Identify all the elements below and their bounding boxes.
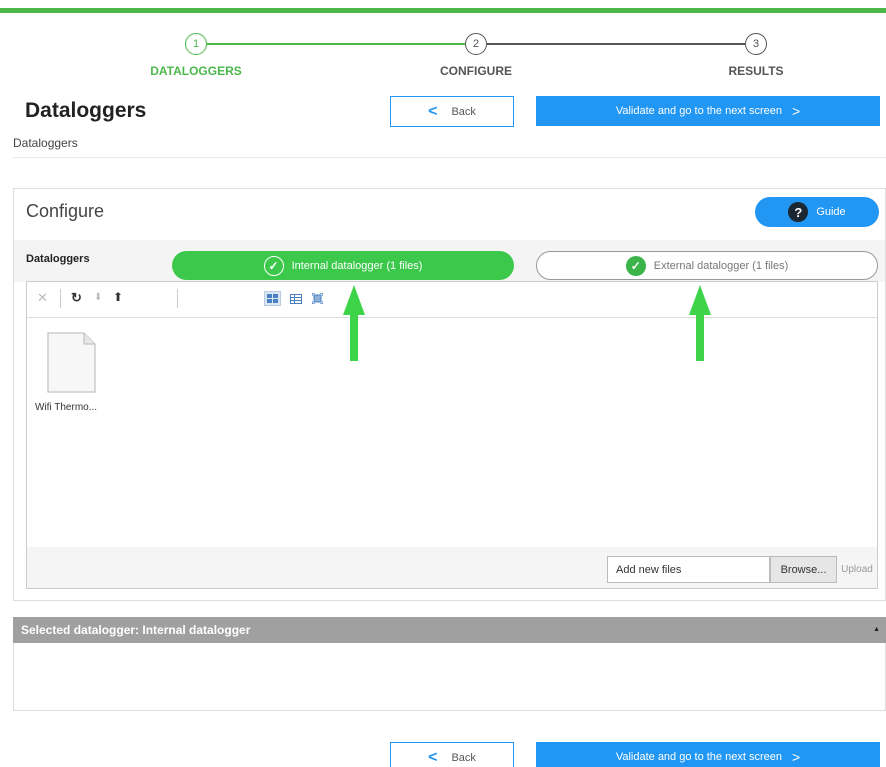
add-files-field[interactable]: Add new files (607, 556, 770, 583)
back-button[interactable]: < Back (390, 96, 514, 127)
dataloggers-label: Dataloggers (26, 253, 90, 265)
delete-icon[interactable]: ✕ (37, 290, 48, 306)
guide-button-label: Guide (816, 206, 846, 218)
table-view-icon[interactable] (287, 291, 304, 306)
stepper-line-pending (487, 43, 745, 45)
tab-internal-datalogger[interactable]: ✓ Internal datalogger (1 files) (172, 251, 514, 280)
download-icon[interactable]: ⬇ (94, 292, 102, 303)
step-1-circle[interactable]: 1 (185, 33, 207, 55)
preview-view-icon[interactable] (309, 291, 326, 306)
check-circle-icon: ✓ (263, 255, 284, 276)
chevron-left-icon: < (428, 748, 438, 766)
guide-button[interactable]: ? Guide (755, 197, 879, 227)
upload-button[interactable]: Upload (837, 556, 877, 583)
breadcrumb[interactable]: Dataloggers (13, 136, 78, 150)
stepper-line-complete (207, 43, 465, 45)
file-name[interactable]: Wifi Thermo... (35, 402, 97, 413)
footer-back-button[interactable]: < Back (390, 742, 514, 767)
chevron-right-icon: > (791, 103, 801, 119)
file-icon[interactable] (46, 332, 96, 393)
next-screen-button[interactable]: Validate and go to the next screen > (536, 96, 880, 126)
upload-icon[interactable]: ⬆ (113, 290, 123, 304)
thumbnails-view-icon[interactable] (264, 291, 281, 306)
annotation-arrow-up-icon (343, 285, 365, 361)
selected-datalogger-title: Selected datalogger: Internal datalogger (21, 623, 251, 637)
step-2-label: CONFIGURE (440, 64, 512, 78)
footer-next-screen-button[interactable]: Validate and go to the next screen > (536, 742, 880, 767)
selected-datalogger-header[interactable]: Selected datalogger: Internal datalogger (13, 617, 886, 643)
collapse-caret-icon[interactable]: ▲ (873, 626, 880, 633)
top-accent-bar (0, 8, 886, 13)
footer-next-screen-button-label: Validate and go to the next screen (615, 751, 782, 763)
file-manager (26, 281, 878, 589)
annotation-arrow-up-icon (689, 285, 711, 361)
toolbar-divider (177, 289, 178, 308)
tab-internal-label: Internal datalogger (1 files) (291, 259, 423, 272)
help-icon: ? (788, 202, 809, 222)
toolbar-divider (60, 289, 61, 308)
back-button-label: Back (451, 105, 476, 118)
step-3-label: RESULTS (728, 64, 784, 78)
chevron-left-icon: < (428, 102, 438, 120)
refresh-icon[interactable]: ↻ (71, 290, 82, 306)
tab-external-label: External datalogger (1 files) (653, 259, 789, 272)
header-divider (13, 157, 886, 158)
page-title: Dataloggers (25, 99, 147, 122)
chevron-right-icon: > (791, 749, 801, 765)
selected-datalogger-body (13, 643, 886, 711)
file-manager-toolbar (27, 282, 877, 318)
tab-external-datalogger[interactable]: ✓ External datalogger (1 files) (536, 251, 878, 280)
step-1-label: DATALOGGERS (150, 64, 242, 78)
check-circle-icon: ✓ (625, 255, 646, 276)
step-2-circle[interactable]: 2 (465, 33, 487, 55)
next-screen-button-label: Validate and go to the next screen (615, 105, 782, 117)
step-3-circle[interactable]: 3 (745, 33, 767, 55)
footer-back-button-label: Back (451, 751, 476, 764)
configure-title: Configure (26, 201, 105, 221)
browse-button[interactable]: Browse... (770, 556, 837, 583)
